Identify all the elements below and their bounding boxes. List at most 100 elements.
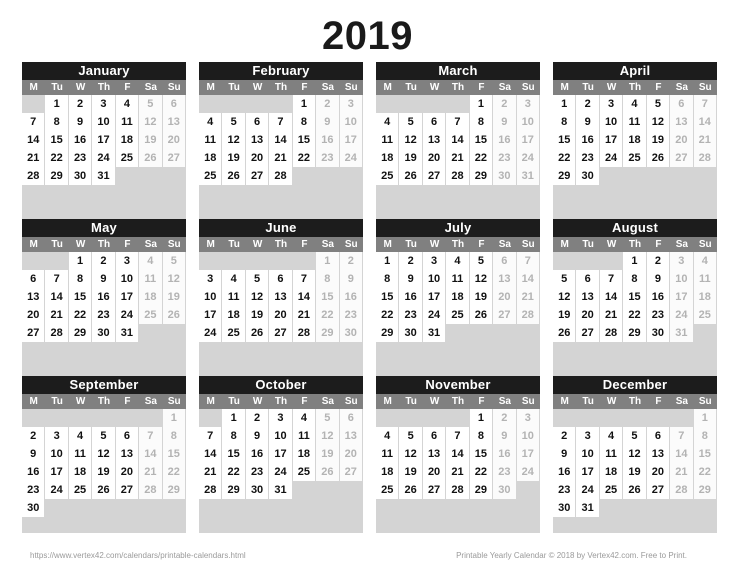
- day-cell[interactable]: 30: [399, 324, 423, 343]
- day-cell[interactable]: 26: [92, 481, 116, 500]
- day-cell[interactable]: 9: [399, 270, 423, 289]
- day-cell[interactable]: 23: [92, 306, 116, 325]
- day-cell[interactable]: 31: [576, 499, 600, 518]
- day-cell[interactable]: 2: [646, 252, 671, 271]
- day-cell[interactable]: 3: [339, 95, 363, 114]
- day-cell[interactable]: 5: [399, 427, 423, 446]
- day-cell[interactable]: 27: [22, 324, 46, 343]
- day-cell[interactable]: 29: [376, 324, 400, 343]
- day-cell[interactable]: 11: [292, 427, 317, 446]
- day-cell[interactable]: 8: [45, 113, 69, 132]
- day-cell[interactable]: 11: [115, 113, 140, 132]
- day-cell[interactable]: 8: [316, 270, 340, 289]
- day-cell[interactable]: 14: [269, 131, 293, 150]
- day-cell[interactable]: 4: [376, 427, 400, 446]
- day-cell[interactable]: 17: [516, 445, 540, 464]
- day-cell[interactable]: 29: [68, 324, 93, 343]
- day-cell[interactable]: 23: [339, 306, 363, 325]
- day-cell[interactable]: 8: [623, 270, 647, 289]
- day-cell[interactable]: 17: [199, 306, 223, 325]
- day-cell[interactable]: 9: [92, 270, 116, 289]
- day-cell[interactable]: 12: [162, 270, 186, 289]
- day-cell[interactable]: 6: [646, 427, 671, 446]
- day-cell[interactable]: 22: [469, 149, 494, 168]
- day-cell[interactable]: 22: [376, 306, 400, 325]
- day-cell[interactable]: 21: [22, 149, 46, 168]
- day-cell[interactable]: 5: [139, 95, 163, 114]
- day-cell[interactable]: 15: [316, 288, 340, 307]
- day-cell[interactable]: 17: [339, 131, 363, 150]
- day-cell[interactable]: 31: [670, 324, 694, 343]
- day-cell[interactable]: 27: [576, 324, 600, 343]
- day-cell[interactable]: 12: [623, 445, 647, 464]
- day-cell[interactable]: 16: [646, 288, 671, 307]
- day-cell[interactable]: 24: [92, 149, 116, 168]
- day-cell[interactable]: 12: [316, 427, 340, 446]
- day-cell[interactable]: 20: [493, 288, 517, 307]
- day-cell[interactable]: 17: [599, 131, 624, 150]
- day-cell[interactable]: 23: [316, 149, 340, 168]
- day-cell[interactable]: 13: [115, 445, 140, 464]
- day-cell[interactable]: 15: [469, 131, 494, 150]
- day-cell[interactable]: 16: [22, 463, 46, 482]
- day-cell[interactable]: 26: [316, 463, 340, 482]
- day-cell[interactable]: 28: [45, 324, 69, 343]
- day-cell[interactable]: 1: [469, 409, 494, 428]
- day-cell[interactable]: 30: [68, 167, 93, 186]
- day-cell[interactable]: 27: [646, 481, 671, 500]
- day-cell[interactable]: 17: [45, 463, 69, 482]
- day-cell[interactable]: 12: [222, 131, 246, 150]
- day-cell[interactable]: 14: [599, 288, 624, 307]
- day-cell[interactable]: 29: [45, 167, 69, 186]
- day-cell[interactable]: 11: [446, 270, 470, 289]
- day-cell[interactable]: 9: [22, 445, 46, 464]
- day-cell[interactable]: 23: [245, 463, 270, 482]
- day-cell[interactable]: 5: [162, 252, 186, 271]
- day-cell[interactable]: 20: [162, 131, 186, 150]
- day-cell[interactable]: 10: [115, 270, 140, 289]
- day-cell[interactable]: 7: [446, 427, 470, 446]
- day-cell[interactable]: 16: [553, 463, 577, 482]
- day-cell[interactable]: 16: [493, 131, 517, 150]
- day-cell[interactable]: 30: [553, 499, 577, 518]
- day-cell[interactable]: 12: [469, 270, 494, 289]
- day-cell[interactable]: 26: [245, 324, 270, 343]
- day-cell[interactable]: 24: [269, 463, 293, 482]
- day-cell[interactable]: 27: [269, 324, 293, 343]
- day-cell[interactable]: 3: [576, 427, 600, 446]
- day-cell[interactable]: 30: [646, 324, 671, 343]
- day-cell[interactable]: 21: [516, 288, 540, 307]
- day-cell[interactable]: 26: [623, 481, 647, 500]
- day-cell[interactable]: 21: [670, 463, 694, 482]
- day-cell[interactable]: 26: [646, 149, 671, 168]
- day-cell[interactable]: 6: [22, 270, 46, 289]
- day-cell[interactable]: 4: [68, 427, 93, 446]
- day-cell[interactable]: 29: [469, 167, 494, 186]
- day-cell[interactable]: 21: [199, 463, 223, 482]
- day-cell[interactable]: 9: [316, 113, 340, 132]
- day-cell[interactable]: 3: [599, 95, 624, 114]
- day-cell[interactable]: 5: [316, 409, 340, 428]
- day-cell[interactable]: 19: [469, 288, 494, 307]
- day-cell[interactable]: 7: [599, 270, 624, 289]
- day-cell[interactable]: 24: [599, 149, 624, 168]
- day-cell[interactable]: 19: [92, 463, 116, 482]
- day-cell[interactable]: 29: [469, 481, 494, 500]
- day-cell[interactable]: 30: [22, 499, 46, 518]
- day-cell[interactable]: 18: [199, 149, 223, 168]
- day-cell[interactable]: 7: [22, 113, 46, 132]
- day-cell[interactable]: 22: [553, 149, 577, 168]
- day-cell[interactable]: 19: [399, 149, 423, 168]
- day-cell[interactable]: 7: [670, 427, 694, 446]
- day-cell[interactable]: 11: [693, 270, 717, 289]
- day-cell[interactable]: 6: [245, 113, 270, 132]
- day-cell[interactable]: 20: [22, 306, 46, 325]
- day-cell[interactable]: 5: [553, 270, 577, 289]
- day-cell[interactable]: 29: [162, 481, 186, 500]
- day-cell[interactable]: 28: [446, 167, 470, 186]
- day-cell[interactable]: 8: [553, 113, 577, 132]
- day-cell[interactable]: 15: [623, 288, 647, 307]
- day-cell[interactable]: 20: [646, 463, 671, 482]
- day-cell[interactable]: 10: [599, 113, 624, 132]
- day-cell[interactable]: 5: [245, 270, 270, 289]
